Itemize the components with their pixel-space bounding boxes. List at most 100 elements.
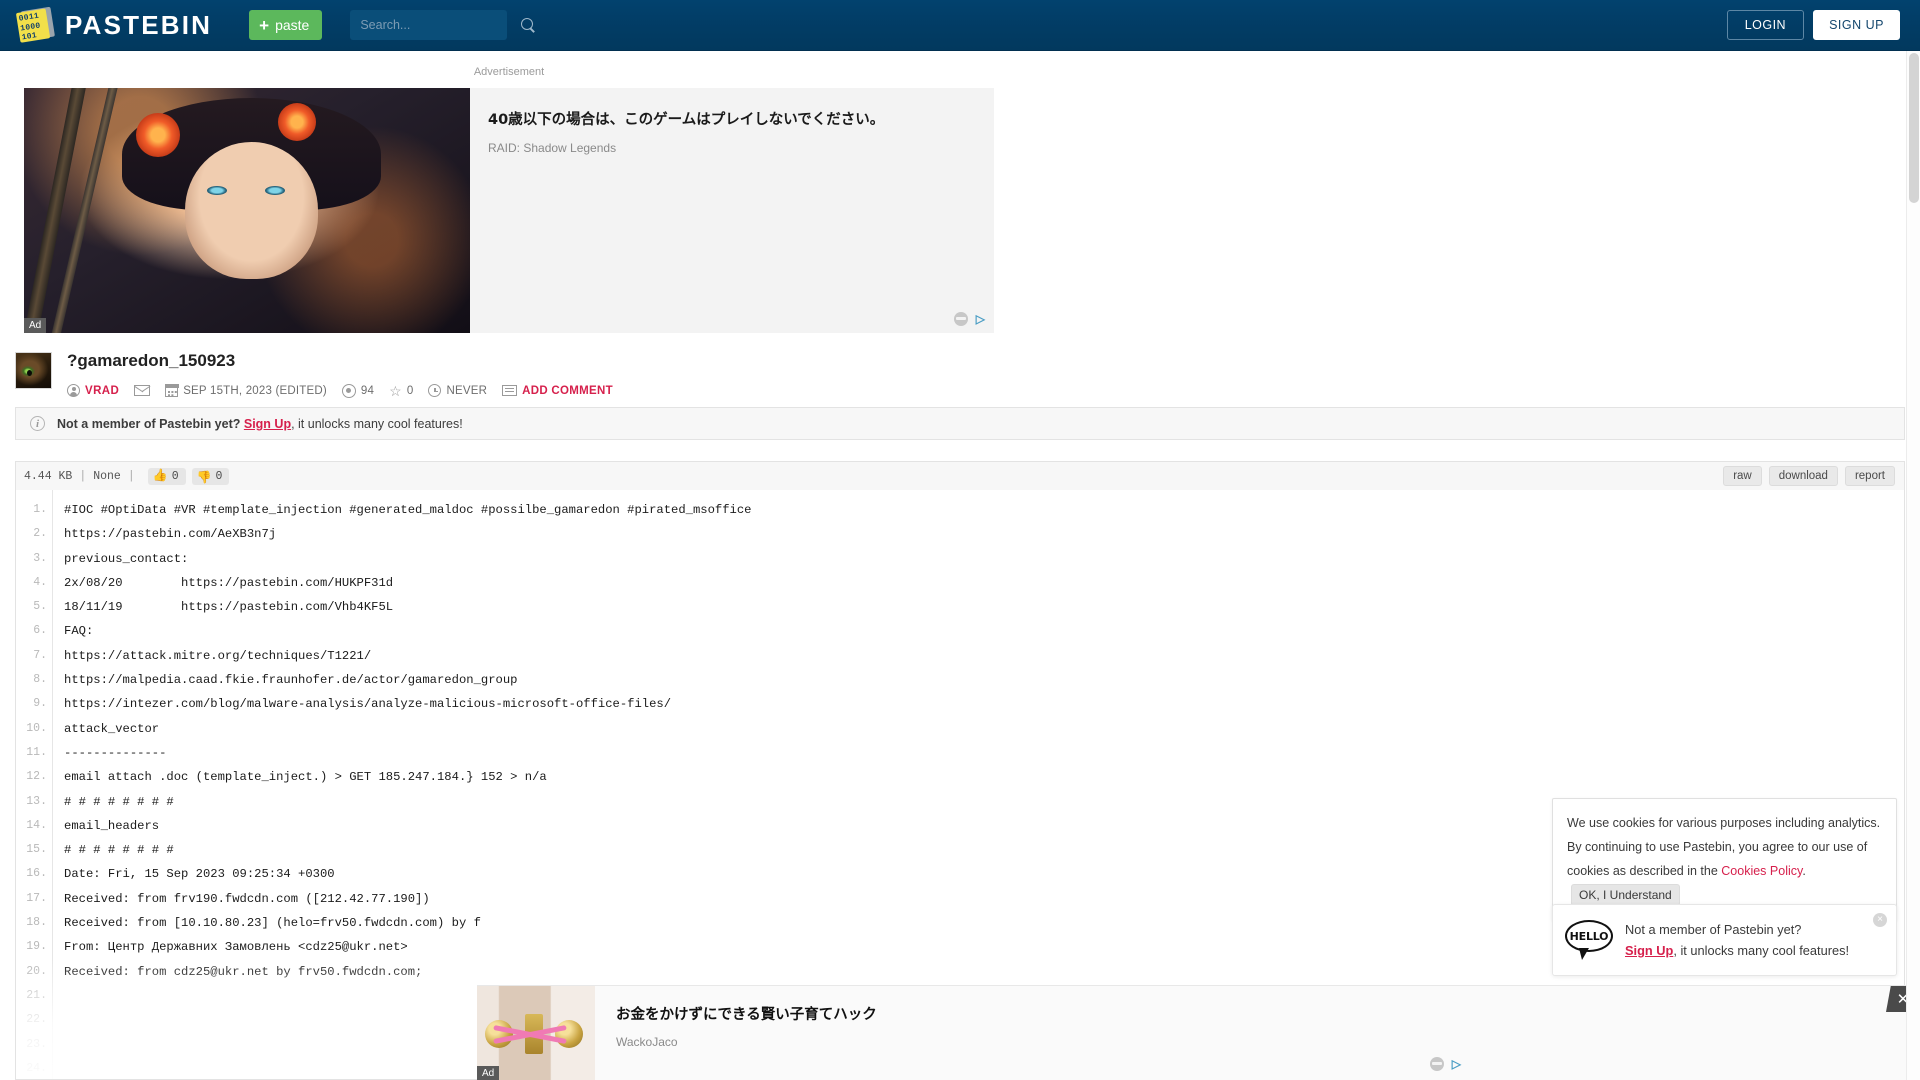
hello-bubble-label: HELLO — [1565, 920, 1613, 952]
code-line: FAQ: — [64, 624, 94, 639]
favorite-count: 0 — [406, 384, 414, 397]
line-number: 21. — [26, 988, 47, 1002]
downvote-button[interactable]: 👍 0 — [191, 467, 230, 485]
expiry-value: NEVER — [446, 384, 488, 397]
search-icon[interactable] — [521, 17, 536, 33]
info-icon: i — [30, 416, 45, 431]
code-line: previous_contact: — [64, 551, 189, 566]
ad-privacy-icon[interactable] — [953, 312, 968, 326]
page-root: 0011 1000 101 PASTEBIN + paste LOGIN SIG… — [0, 0, 1920, 1080]
top-advertisement[interactable]: 40歳以下の場合は、このゲームはプレイしないでください。 RAID: Shado… — [24, 88, 994, 333]
line-number: 7. — [33, 648, 47, 662]
download-button[interactable]: download — [1768, 466, 1838, 486]
paste-meta-row: VRAD SEP 15TH, 2023 (EDITED) 94 ☆ 0 NEVE… — [67, 382, 628, 399]
line-number: 8. — [33, 673, 47, 687]
bottom-ad-headline: お金をかけずにできる賢い子育てハック — [616, 1007, 877, 1023]
cookies-policy-link[interactable]: Cookies Policy — [1721, 864, 1802, 878]
cookie-consent-banner: We use cookies for various purposes incl… — [1552, 798, 1897, 921]
paste-toolbar: 4.44 KB | None | 👍 0 👍 0 raw download re… — [15, 461, 1905, 490]
line-number: 4. — [33, 575, 47, 589]
meta-message[interactable] — [134, 385, 151, 397]
line-number: 5. — [33, 600, 47, 614]
notice-signup-link[interactable]: Sign Up — [244, 417, 291, 431]
bottom-ad-choices-icon[interactable]: ▷ — [1452, 1057, 1461, 1071]
code-line: https://attack.mitre.org/techniques/T122… — [64, 648, 372, 663]
ad-creative-image — [24, 88, 470, 333]
bottom-ad-badge: Ad — [477, 1066, 500, 1080]
cookie-text-b: . — [1802, 864, 1806, 878]
code-line: 2x/08/20 https://pastebin.com/HUKPF31d — [64, 575, 394, 590]
logo-wordmark: PASTEBIN — [65, 9, 213, 40]
thumbs-up-icon: 👍 — [152, 469, 168, 483]
new-paste-label: paste — [275, 17, 310, 33]
line-number: 24. — [26, 1061, 47, 1075]
search-box[interactable] — [350, 10, 534, 40]
signup-popup: HELLO Not a member of Pastebin yet? Sign… — [1552, 904, 1897, 976]
code-line: -------------- — [64, 745, 167, 760]
bottom-ad-privacy-icon[interactable] — [1429, 1057, 1444, 1071]
user-icon — [67, 384, 80, 398]
upvote-button[interactable]: 👍 0 — [147, 467, 186, 485]
close-icon[interactable]: × — [1873, 913, 1887, 927]
author-name: VRAD — [85, 384, 120, 397]
meta-author[interactable]: VRAD — [67, 384, 120, 398]
line-number: 6. — [33, 624, 47, 638]
code-line: 18/11/19 https://pastebin.com/Vhb4KF5L — [64, 600, 394, 615]
signup-notice-bar: i Not a member of Pastebin yet? Sign Up … — [15, 407, 1905, 440]
avatar[interactable] — [15, 352, 52, 389]
ad-badge: Ad — [24, 318, 47, 333]
thumbs-down-icon: 👍 — [196, 469, 212, 483]
meta-date: SEP 15TH, 2023 (EDITED) — [164, 384, 327, 397]
line-number: 20. — [26, 964, 47, 978]
meta-favorites[interactable]: ☆ 0 — [389, 382, 414, 399]
mail-icon[interactable] — [134, 385, 151, 397]
page-title: ?gamaredon_150923 — [67, 351, 236, 370]
bottom-advertisement[interactable]: Ad お金をかけずにできる賢い子育てハック WackoJaco ▷ ✕ — [477, 985, 1920, 1080]
bottom-ad-image: Ad — [477, 986, 595, 1080]
search-input[interactable] — [360, 18, 522, 32]
code-line: https://pastebin.com/AeXB3n7j — [64, 527, 277, 542]
line-number: 3. — [33, 551, 47, 565]
star-icon: ☆ — [389, 382, 402, 399]
scrollbar-thumb[interactable] — [1909, 53, 1919, 203]
upvote-count: 0 — [171, 469, 179, 483]
meta-views: 94 — [341, 383, 375, 398]
signup-popup-link[interactable]: Sign Up — [1625, 943, 1673, 958]
pastebin-logo[interactable]: 0011 1000 101 PASTEBIN — [15, 6, 213, 43]
notice-tail: , it unlocks many cool features! — [291, 416, 463, 431]
line-number-gutter: 1. 2. 3. 4. 5. 6. 7. 8. 9. 10. 11. 12. 13. 14. 15. 16. 1… — [16, 490, 53, 1079]
line-number: 2. — [33, 527, 47, 541]
hello-bubble-icon: HELLO — [1565, 920, 1613, 960]
cookie-accept-button[interactable]: OK, I Understand — [1571, 884, 1680, 906]
line-number: 12. — [26, 770, 47, 784]
meta-add-comment[interactable]: ADD COMMENT — [502, 385, 613, 397]
view-count: 94 — [360, 384, 375, 397]
advertisement-label: Advertisement — [473, 66, 545, 78]
line-number: 16. — [26, 867, 47, 881]
login-button[interactable]: LOGIN — [1726, 10, 1805, 40]
code-line: #IOC #OptiData #VR #template_injection #… — [64, 503, 752, 517]
toolbar-separator-2: | — [127, 469, 135, 483]
eye-icon — [341, 383, 356, 398]
signup-popup-line2: , it unlocks many cool features! — [1673, 943, 1850, 958]
page-scrollbar[interactable] — [1906, 51, 1920, 1080]
meta-expiry: NEVER — [428, 384, 488, 398]
line-number: 15. — [26, 843, 47, 857]
new-paste-button[interactable]: + paste — [249, 10, 323, 40]
line-number: 18. — [26, 916, 47, 930]
plus-icon: + — [259, 15, 270, 35]
notice-lead: Not a member of Pastebin yet? — [57, 416, 241, 431]
add-comment-link[interactable]: ADD COMMENT — [522, 385, 613, 397]
ad-body: 40歳以下の場合は、このゲームはプレイしないでください。 RAID: Shado… — [470, 88, 994, 333]
report-button[interactable]: report — [1844, 466, 1895, 486]
ad-advertiser: RAID: Shadow Legends — [488, 141, 617, 156]
bottom-ad-body: お金をかけずにできる賢い子育てハック WackoJaco ▷ — [595, 986, 1920, 1080]
ad-choices-icon[interactable]: ▷ — [976, 312, 985, 326]
code-line: email attach .doc (template_inject.) > G… — [64, 770, 547, 785]
signup-button[interactable]: SIGN UP — [1813, 10, 1900, 40]
raw-button[interactable]: raw — [1723, 466, 1762, 486]
downvote-count: 0 — [215, 469, 223, 483]
calendar-icon — [164, 384, 179, 397]
line-number: 17. — [26, 891, 47, 905]
code-line: https://intezer.com/blog/malware-analysi… — [64, 697, 672, 712]
